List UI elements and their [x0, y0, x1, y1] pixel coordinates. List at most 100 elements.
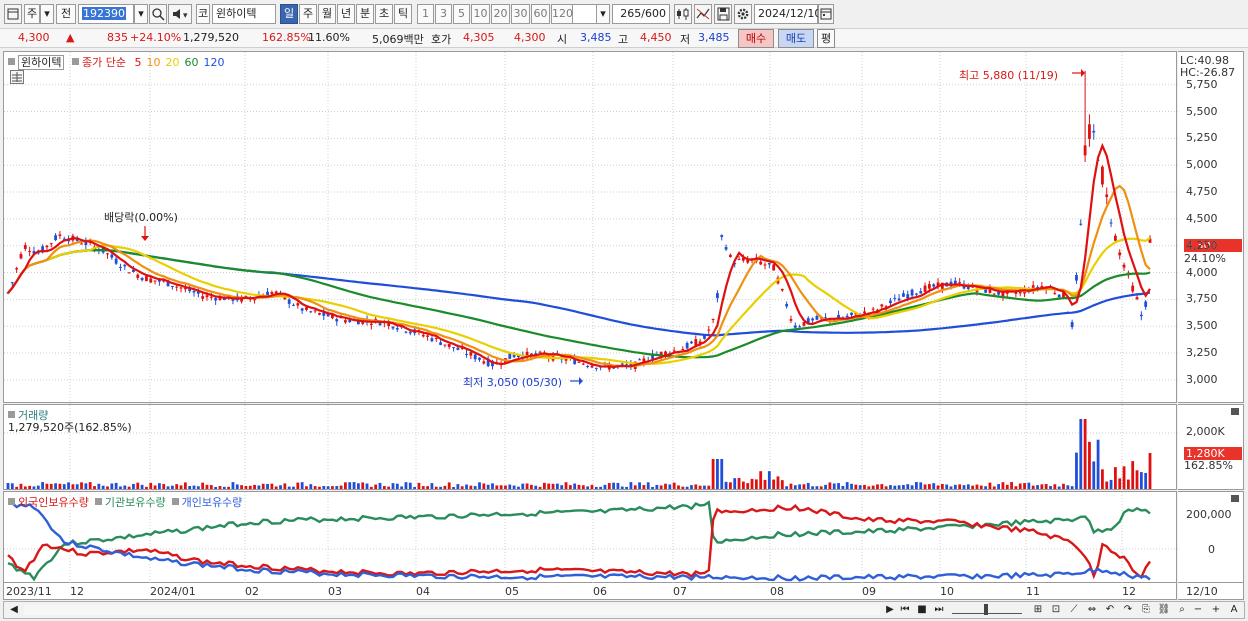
scroll-left-icon[interactable]: ◀	[6, 602, 22, 618]
period-button[interactable]: 주	[299, 4, 317, 24]
calendar-icon[interactable]	[818, 4, 834, 24]
interval-button[interactable]: 1	[417, 4, 434, 24]
market-select[interactable]: 주	[24, 4, 40, 24]
legend-stock-name[interactable]: 윈하이텍	[18, 55, 65, 70]
volume-bar	[802, 484, 806, 489]
interval-button[interactable]: 30	[511, 4, 530, 24]
stop-icon[interactable]: ■	[914, 602, 930, 618]
period-button[interactable]: 월	[318, 4, 336, 24]
volume-bar	[979, 485, 983, 489]
draw-line-icon[interactable]: ⟋	[1066, 602, 1082, 618]
last-page-icon[interactable]: ⏭	[931, 602, 947, 618]
link-icon[interactable]: ⛓	[1156, 602, 1172, 618]
candle-body	[1092, 130, 1096, 133]
low-arrow-head	[579, 377, 583, 385]
search-icon[interactable]	[149, 4, 167, 24]
panel-close-icon[interactable]	[1231, 408, 1239, 415]
volume-bar	[854, 484, 858, 489]
zoom-box-icon[interactable]: ⊡	[1048, 602, 1064, 618]
period-button[interactable]: 일	[280, 4, 298, 24]
candle-body	[1113, 235, 1117, 241]
candle-body	[1144, 301, 1148, 307]
interval-dropdown-icon[interactable]: ▾	[596, 4, 610, 24]
volume-chart-panel[interactable]: 거래량 1,279,520주(162.85%)	[3, 404, 1178, 491]
redo-icon[interactable]: ↷	[1120, 602, 1136, 618]
date-field[interactable]: 2024/12/10	[754, 4, 821, 24]
legend-ma-60[interactable]: 60	[184, 56, 198, 69]
panel-close-icon[interactable]	[1231, 495, 1239, 502]
code-dropdown-icon[interactable]: ▾	[134, 4, 148, 24]
first-page-icon[interactable]: ⏮	[897, 602, 913, 618]
price-y-axis[interactable]: LC:40.98 HC:-26.87 4,300 24.10% 5,750 5,5…	[1178, 51, 1244, 403]
period-button[interactable]: 틱	[394, 4, 412, 24]
window-menu-icon[interactable]	[4, 4, 22, 24]
settings-gear-icon[interactable]	[734, 4, 752, 24]
save-icon[interactable]	[714, 4, 732, 24]
volume-bar	[733, 478, 737, 489]
ma-line-5	[7, 142, 1151, 369]
legend-ma-type[interactable]: 종가 단순	[82, 56, 126, 69]
volume-bar	[642, 485, 646, 489]
candle-body	[906, 294, 910, 299]
minus-icon[interactable]: −	[1190, 602, 1206, 618]
candle-body	[785, 303, 789, 307]
candle-body	[902, 293, 905, 297]
legend-ma-10[interactable]: 10	[146, 56, 160, 69]
volume-y-axis[interactable]: 2,000K 1,280K 162.85%	[1178, 404, 1244, 490]
price-chart-panel[interactable]: 윈하이텍 종가 단순 5 10 20 60 120 배당락(0.00%) 최고 5,88…	[3, 51, 1178, 404]
zoom-slider-thumb[interactable]	[984, 604, 988, 615]
stock-name-field[interactable]: 윈하이텍	[212, 4, 276, 24]
interval-button[interactable]: 60	[531, 4, 550, 24]
table-view-icon[interactable]	[10, 70, 24, 84]
volume-bar	[417, 482, 421, 489]
candle-body	[426, 335, 429, 337]
zoom-out-search-icon[interactable]: ⌕	[1174, 602, 1190, 618]
legend-holdings-series[interactable]: 개인보유수량	[182, 496, 243, 509]
evaluate-button[interactable]: 평	[817, 29, 835, 48]
volume-bar	[729, 482, 732, 489]
volume-bar	[222, 486, 226, 489]
buy-button[interactable]: 매수	[738, 29, 774, 48]
zoom-slider[interactable]	[952, 604, 1022, 615]
interval-button[interactable]: 120	[551, 4, 573, 24]
volume-bar	[395, 483, 399, 489]
holdings-chart-panel[interactable]: 외국인보유수량 기관보유수량 개인보유수량	[3, 491, 1178, 584]
font-size-icon[interactable]: A	[1226, 602, 1242, 618]
candle-body	[681, 348, 685, 350]
scroll-track[interactable]	[24, 605, 880, 615]
period-button[interactable]: 분	[356, 4, 374, 24]
legend-ma-20[interactable]: 20	[165, 56, 179, 69]
interval-custom-input[interactable]	[569, 4, 599, 24]
mode-button[interactable]: 전	[56, 4, 76, 24]
legend-holdings-series[interactable]: 기관보유수량	[105, 496, 166, 509]
indicator-icon[interactable]	[694, 4, 712, 24]
sell-button[interactable]: 매도	[778, 29, 814, 48]
fit-width-icon[interactable]: ⇔	[1084, 602, 1100, 618]
stock-code-input[interactable]: 192390	[78, 4, 134, 24]
market-dropdown-icon[interactable]: ▾	[40, 4, 54, 24]
interval-button[interactable]: 5	[453, 4, 470, 24]
speaker-icon[interactable]: ▾	[168, 4, 192, 24]
holdings-y-axis[interactable]: 200,000 0	[1178, 491, 1244, 583]
period-button[interactable]: 초	[375, 4, 393, 24]
volume-bar	[1079, 419, 1083, 489]
scroll-right-icon[interactable]: ▶	[882, 602, 898, 618]
legend-ma-5[interactable]: 5	[134, 56, 141, 69]
volume-bar	[703, 485, 706, 489]
legend-holdings-series[interactable]: 외국인보유수량	[18, 496, 89, 509]
crosshair-icon[interactable]: ⊞	[1030, 602, 1046, 618]
plus-icon[interactable]: +	[1208, 602, 1224, 618]
chart-scrollbar[interactable]: ◀ ▶ ⏮ ■ ⏭ ⊞ ⊡ ⟋ ⇔ ↶ ↷ ⎘ ⛓ ⌕ − + A	[3, 601, 1245, 619]
count-field[interactable]: 265/600	[612, 4, 670, 24]
interval-button[interactable]: 3	[435, 4, 452, 24]
copy-icon[interactable]: ⎘	[1138, 602, 1154, 618]
candle-body	[391, 326, 395, 329]
volume-bar	[625, 486, 628, 489]
chart-type-icon[interactable]	[674, 4, 692, 24]
interval-button[interactable]: 10	[471, 4, 490, 24]
period-button[interactable]: 년	[337, 4, 355, 24]
undo-icon[interactable]: ↶	[1102, 602, 1118, 618]
legend-ma-120[interactable]: 120	[203, 56, 224, 69]
volume-bar	[382, 486, 386, 489]
interval-button[interactable]: 20	[491, 4, 510, 24]
